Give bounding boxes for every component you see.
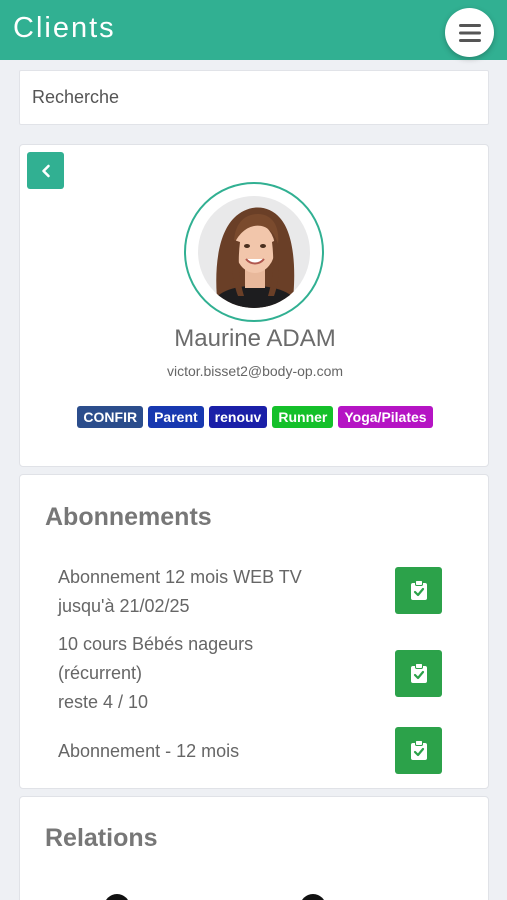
tag-list: CONFIR Parent renouv Runner Yoga/Pilates [20, 406, 490, 428]
subscription-item-bebes-nageurs: 10 cours Bébés nageurs (récurrent) reste… [58, 630, 253, 717]
subscription-action-button[interactable] [395, 727, 442, 774]
subscription-name-suffix: (récurrent) [58, 663, 143, 683]
subscription-item-12-mois: Abonnement - 12 mois [58, 737, 239, 766]
subscription-action-button[interactable] [395, 650, 442, 697]
client-photo [198, 196, 310, 308]
tag-yoga-pilates[interactable]: Yoga/Pilates [338, 406, 433, 428]
clipboard-check-icon [410, 663, 427, 683]
subscription-detail: reste 4 / 10 [58, 692, 149, 712]
relation-avatar[interactable] [104, 894, 130, 900]
clipboard-check-icon [410, 580, 427, 600]
subscriptions-title: Abonnements [45, 503, 212, 531]
relations-card: Relations [19, 796, 489, 900]
subscription-action-button[interactable] [395, 567, 442, 614]
subscription-name: 10 cours Bébés nageurs [58, 634, 254, 654]
client-name: Maurine ADAM [174, 325, 336, 352]
subscription-name: Abonnement - 12 mois [58, 741, 240, 761]
tag-runner[interactable]: Runner [272, 406, 334, 428]
clipboard-check-icon [410, 740, 427, 760]
relations-title: Relations [45, 824, 158, 852]
avatar-ring [184, 182, 324, 322]
client-email: victor.bisset2@body-op.com [166, 363, 344, 379]
tag-renouv[interactable]: renouv [208, 406, 268, 428]
tag-confir[interactable]: CONFIR [77, 406, 144, 428]
back-button[interactable] [27, 152, 64, 189]
relation-avatar[interactable] [300, 894, 326, 900]
subscription-detail: jusqu'à 21/02/25 [58, 596, 190, 616]
subscription-name: Abonnement 12 mois WEB TV [58, 567, 302, 587]
subscriptions-card: Abonnements Abonnement 12 mois WEB TV ju… [19, 474, 489, 789]
avatar[interactable] [198, 196, 310, 308]
menu-button[interactable] [445, 8, 494, 57]
search-box[interactable] [19, 70, 489, 125]
app-header: Clients [0, 0, 507, 60]
subscription-item-web-tv: Abonnement 12 mois WEB TV jusqu'à 21/02/… [58, 563, 302, 621]
tag-parent[interactable]: Parent [148, 406, 204, 428]
hamburger-menu-icon [458, 23, 481, 42]
page-title: Clients [13, 12, 116, 44]
search-input[interactable] [32, 87, 488, 108]
client-profile-card: Maurine ADAM victor.bisset2@body-op.com … [19, 144, 489, 467]
chevron-left-icon [41, 164, 50, 177]
